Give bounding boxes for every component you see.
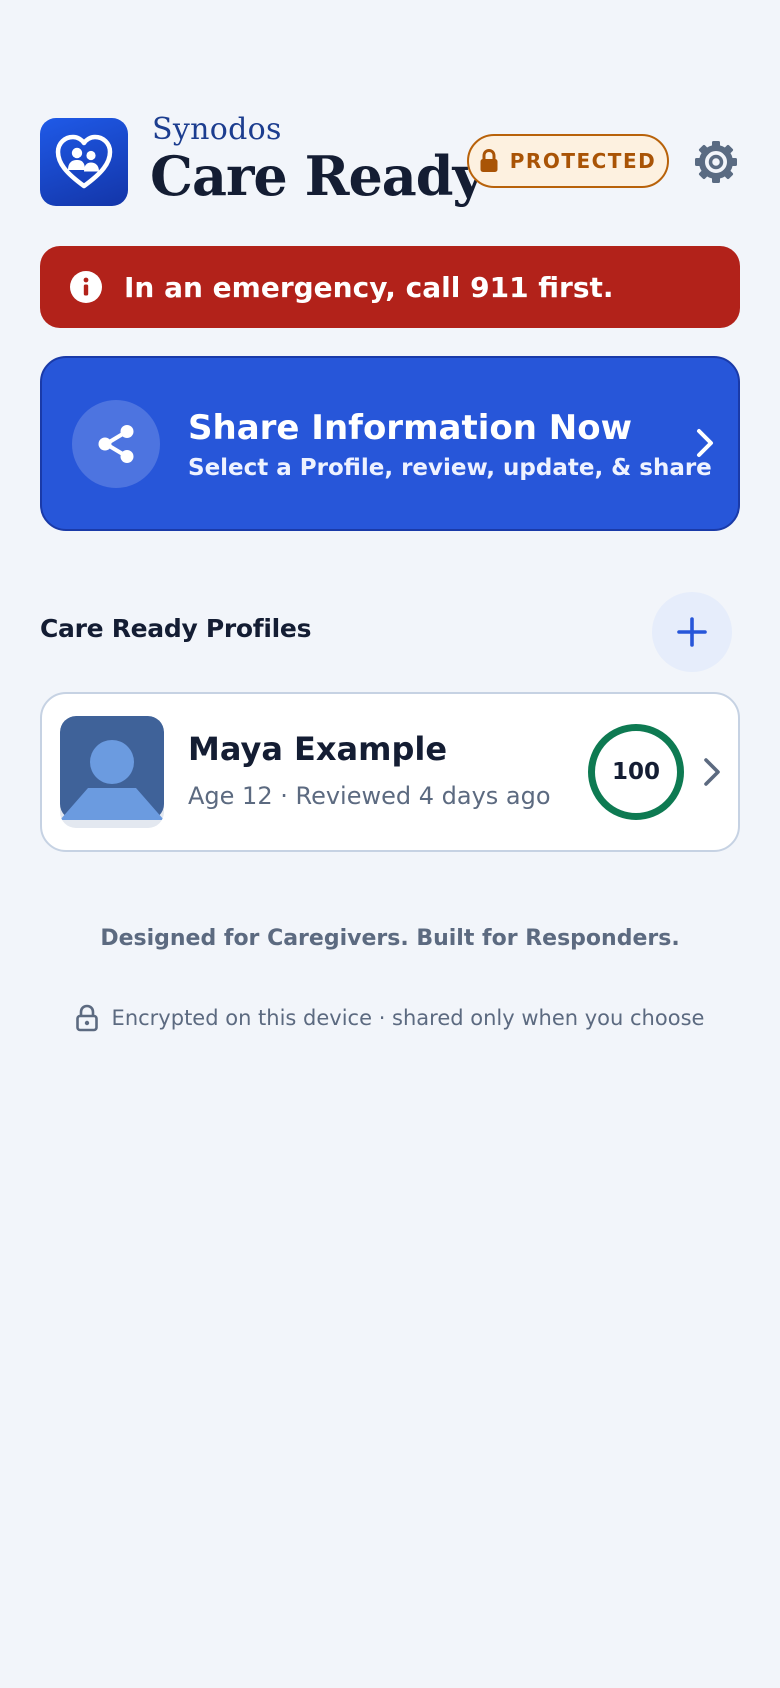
app-logo [40, 118, 128, 206]
lock-outline-icon [75, 1004, 98, 1032]
encryption-notice: Encrypted on this device · shared only w… [0, 1004, 780, 1032]
protected-label: PROTECTED [509, 149, 657, 173]
readiness-score: 100 [588, 724, 684, 820]
page-title: Care Ready [150, 144, 484, 208]
add-profile-button[interactable] [652, 592, 732, 672]
readiness-score-value: 100 [611, 759, 660, 785]
settings-button[interactable] [693, 139, 739, 185]
gear-icon [695, 141, 737, 183]
profile-meta: Age 12 · Reviewed 4 days ago [188, 782, 551, 810]
plus-icon [677, 617, 707, 647]
emergency-banner: In an emergency, call 911 first. [40, 246, 740, 328]
share-subtitle: Select a Profile, review, update, & shar… [188, 454, 712, 481]
encryption-text: Encrypted on this device · shared only w… [111, 1006, 705, 1030]
heart-family-icon [55, 134, 113, 189]
profile-name: Maya Example [188, 730, 448, 768]
chevron-right-icon [704, 758, 720, 786]
share-text: Share Information Now Select a Profile, … [188, 407, 712, 481]
lock-icon [480, 149, 498, 172]
emergency-text: In an emergency, call 911 first. [124, 270, 614, 304]
info-icon [70, 271, 102, 303]
share-information-button[interactable]: Share Information Now Select a Profile, … [40, 356, 740, 531]
brand-name: Synodos [152, 112, 282, 147]
protected-badge[interactable]: PROTECTED [467, 134, 669, 188]
avatar [60, 716, 164, 828]
chevron-right-icon [697, 429, 713, 457]
tagline: Designed for Caregivers. Built for Respo… [100, 926, 680, 951]
share-icon [98, 424, 134, 463]
share-icon-badge [72, 399, 160, 488]
person-icon [60, 716, 164, 820]
profiles-section-title: Care Ready Profiles [40, 614, 312, 643]
share-title: Share Information Now [188, 407, 632, 448]
